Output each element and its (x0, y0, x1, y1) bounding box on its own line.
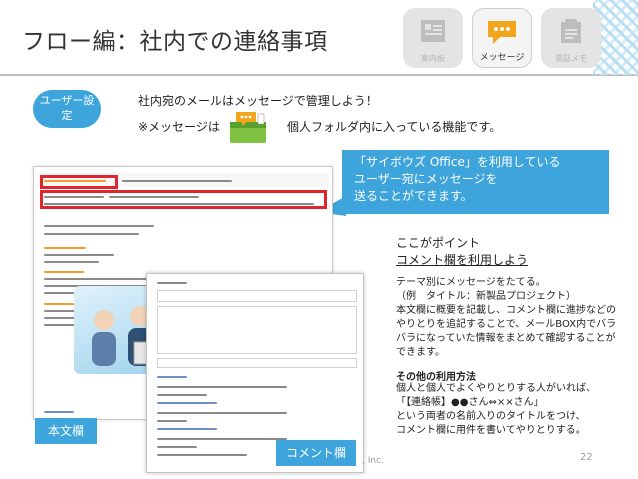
feature-label: 電話メモ (555, 54, 587, 63)
feature-notice-board[interactable]: 案内板 (403, 8, 463, 68)
intro-line-2-suffix: 個人フォルダ内に入っている機能です。 (287, 120, 502, 134)
highlight-title (40, 175, 118, 189)
speech-bubble-icon (488, 21, 516, 44)
point-line-2: コメント欄を利用しよう (396, 253, 529, 267)
copyright: , Inc. (362, 456, 384, 466)
notice-board-icon (421, 20, 445, 42)
title-underline (0, 74, 638, 76)
message-folder-icon (230, 112, 266, 143)
feature-label: 案内板 (421, 54, 445, 63)
point-line-1: ここがポイント (396, 236, 481, 250)
feature-message[interactable]: メッセージ (472, 8, 532, 68)
page-number: 22 (580, 452, 593, 463)
comment-field-label: コメント欄 (276, 440, 356, 466)
point-heading: ここがポイント コメント欄を利用しよう (396, 235, 528, 269)
other-usage-heading: その他の利用方法 (396, 372, 476, 383)
highlight-recipients (40, 190, 327, 209)
body-field-label: 本文欄 (35, 418, 97, 444)
slide-title: フロー編：社内での連絡事項 (22, 29, 328, 55)
phone-memo-icon (561, 19, 581, 43)
user-settings-pill[interactable]: ユーザー設 定 (33, 90, 101, 128)
feature-label: メッセージ (479, 53, 525, 63)
feature-phone-memo[interactable]: 電話メモ (541, 8, 601, 68)
intro-line-2-prefix: ※メッセージは (138, 120, 220, 134)
other-usage-body: 個人と個人でよくやりとりする人がいれば、 「【連絡帳】●●さん⇔××さん」 とい… (396, 383, 596, 436)
point-body: テーマ別にメッセージをたてる。 （例 タイトル：新製品プロジェクト） 本文欄に概… (396, 277, 617, 358)
callout-box: 「サイボウズ Office」を利用している ユーザー宛にメッセージを 送ることが… (342, 150, 609, 214)
intro-line-1: 社内宛のメールはメッセージで管理しよう！ (138, 94, 378, 108)
